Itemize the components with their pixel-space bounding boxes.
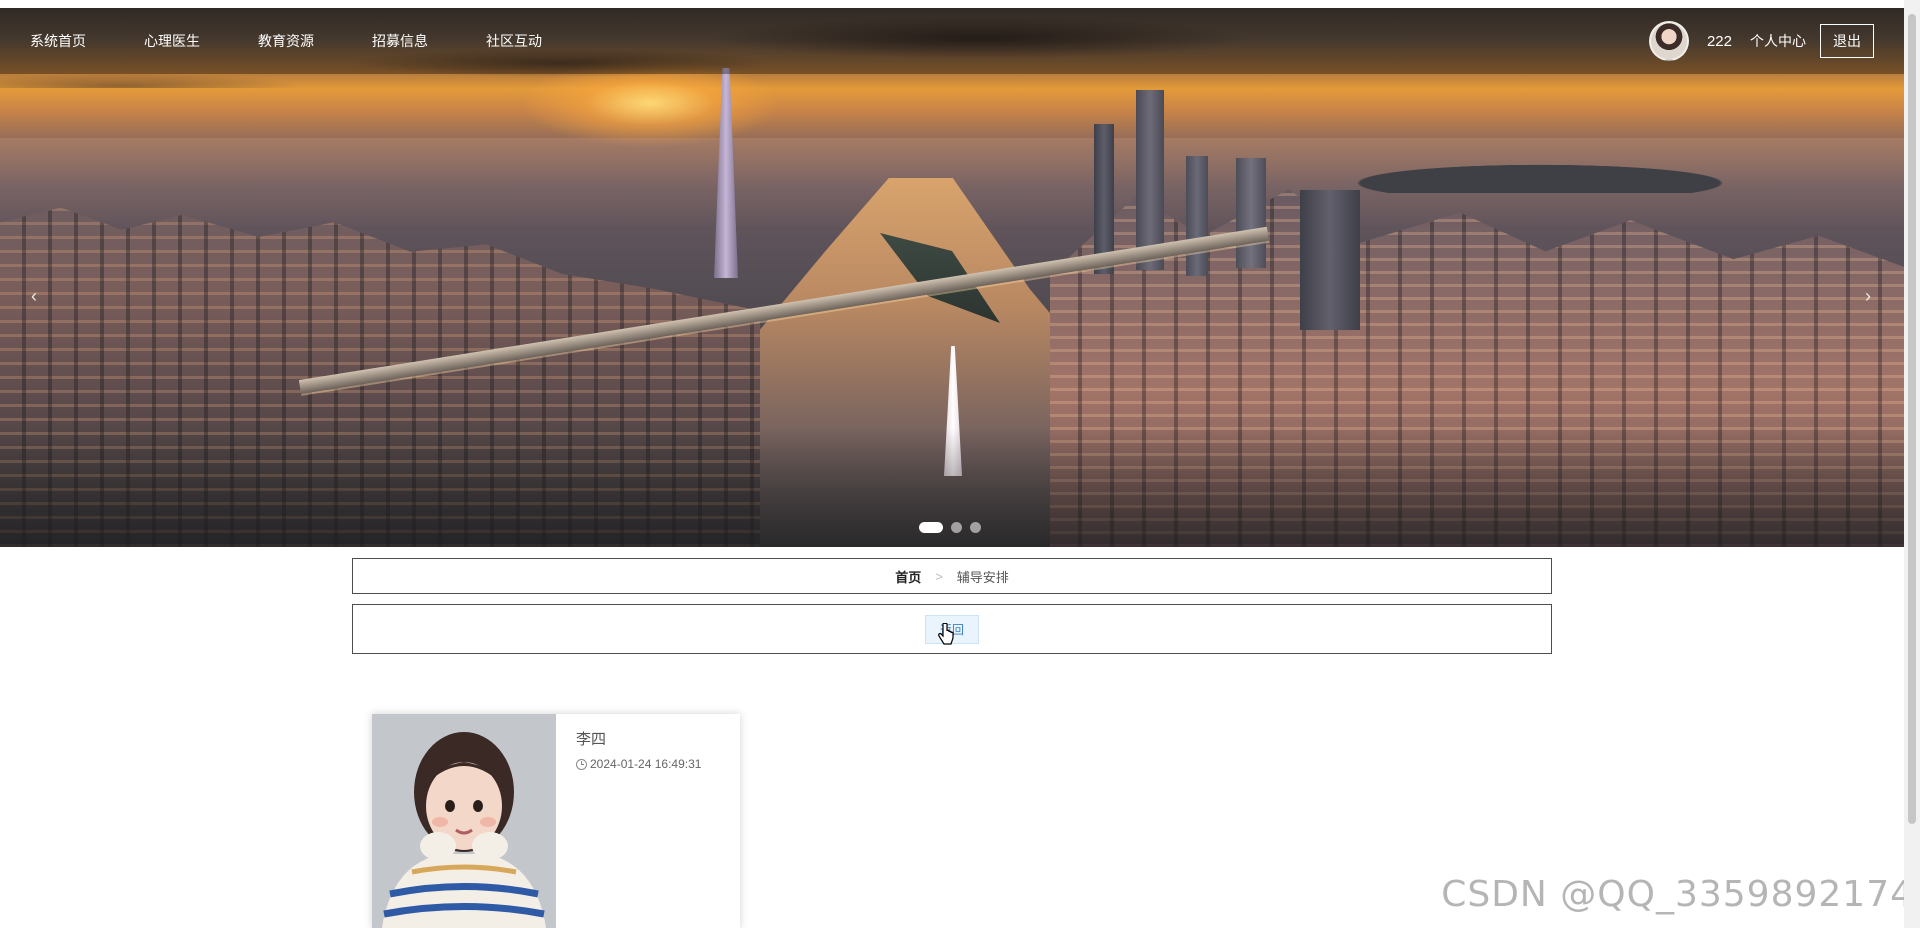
nav-item-doctors[interactable]: 心理医生 [144,31,200,51]
avatar[interactable] [1648,21,1689,61]
username: 222 [1706,32,1732,50]
nav-item-home[interactable]: 系统首页 [30,31,86,51]
carousel-dot-3[interactable] [970,522,981,533]
carousel-dots [919,522,989,533]
logout-button[interactable]: 退出 [1820,24,1874,58]
card-time: 2024-01-24 16:49:31 [576,757,701,771]
hand-cursor-icon [938,623,954,645]
card-time-text: 2024-01-24 16:49:31 [590,757,702,771]
breadcrumb: 首页 > 辅导安排 [352,558,1552,594]
scrollbar-thumb[interactable] [1908,14,1916,824]
chevron-right-icon[interactable]: › [1858,286,1878,307]
breadcrumb-home[interactable]: 首页 [895,567,921,586]
card-info: 李四 2024-01-24 16:49:31 [576,728,701,771]
hills [1340,143,1900,193]
clock-icon [576,758,587,770]
chevron-left-icon[interactable]: ‹ [24,286,44,307]
carousel-dot-1[interactable] [919,522,943,533]
card-name: 李四 [576,731,607,748]
counseling-card[interactable]: 李四 2024-01-24 16:49:31 [372,714,740,928]
nav-item-resources[interactable]: 教育资源 [258,31,314,51]
hero-banner [0,8,1904,547]
nav-item-recruitment[interactable]: 招募信息 [372,31,428,51]
skyscraper [1300,190,1360,330]
top-nav: 系统首页 心理医生 教育资源 招募信息 社区互动 222 个人中心 退出 [0,8,1904,74]
user-area: 222 个人中心 退出 [1648,8,1874,74]
breadcrumb-current: 辅导安排 [956,569,1009,585]
scrollbar[interactable] [1904,0,1920,928]
user-center-link[interactable]: 个人中心 [1750,31,1806,51]
carousel-dot-2[interactable] [951,522,962,533]
child-portrait [372,714,556,928]
page: 系统首页 心理医生 教育资源 招募信息 社区互动 222 个人中心 退出 ‹ ›… [0,0,1920,928]
watermark: CSDN @QQ_3359892174 [1441,874,1914,915]
skyscraper [1236,158,1266,268]
card-photo [372,714,556,928]
nav-item-community[interactable]: 社区互动 [486,31,542,51]
breadcrumb-separator: > [935,568,943,584]
skyscraper [1186,156,1208,276]
